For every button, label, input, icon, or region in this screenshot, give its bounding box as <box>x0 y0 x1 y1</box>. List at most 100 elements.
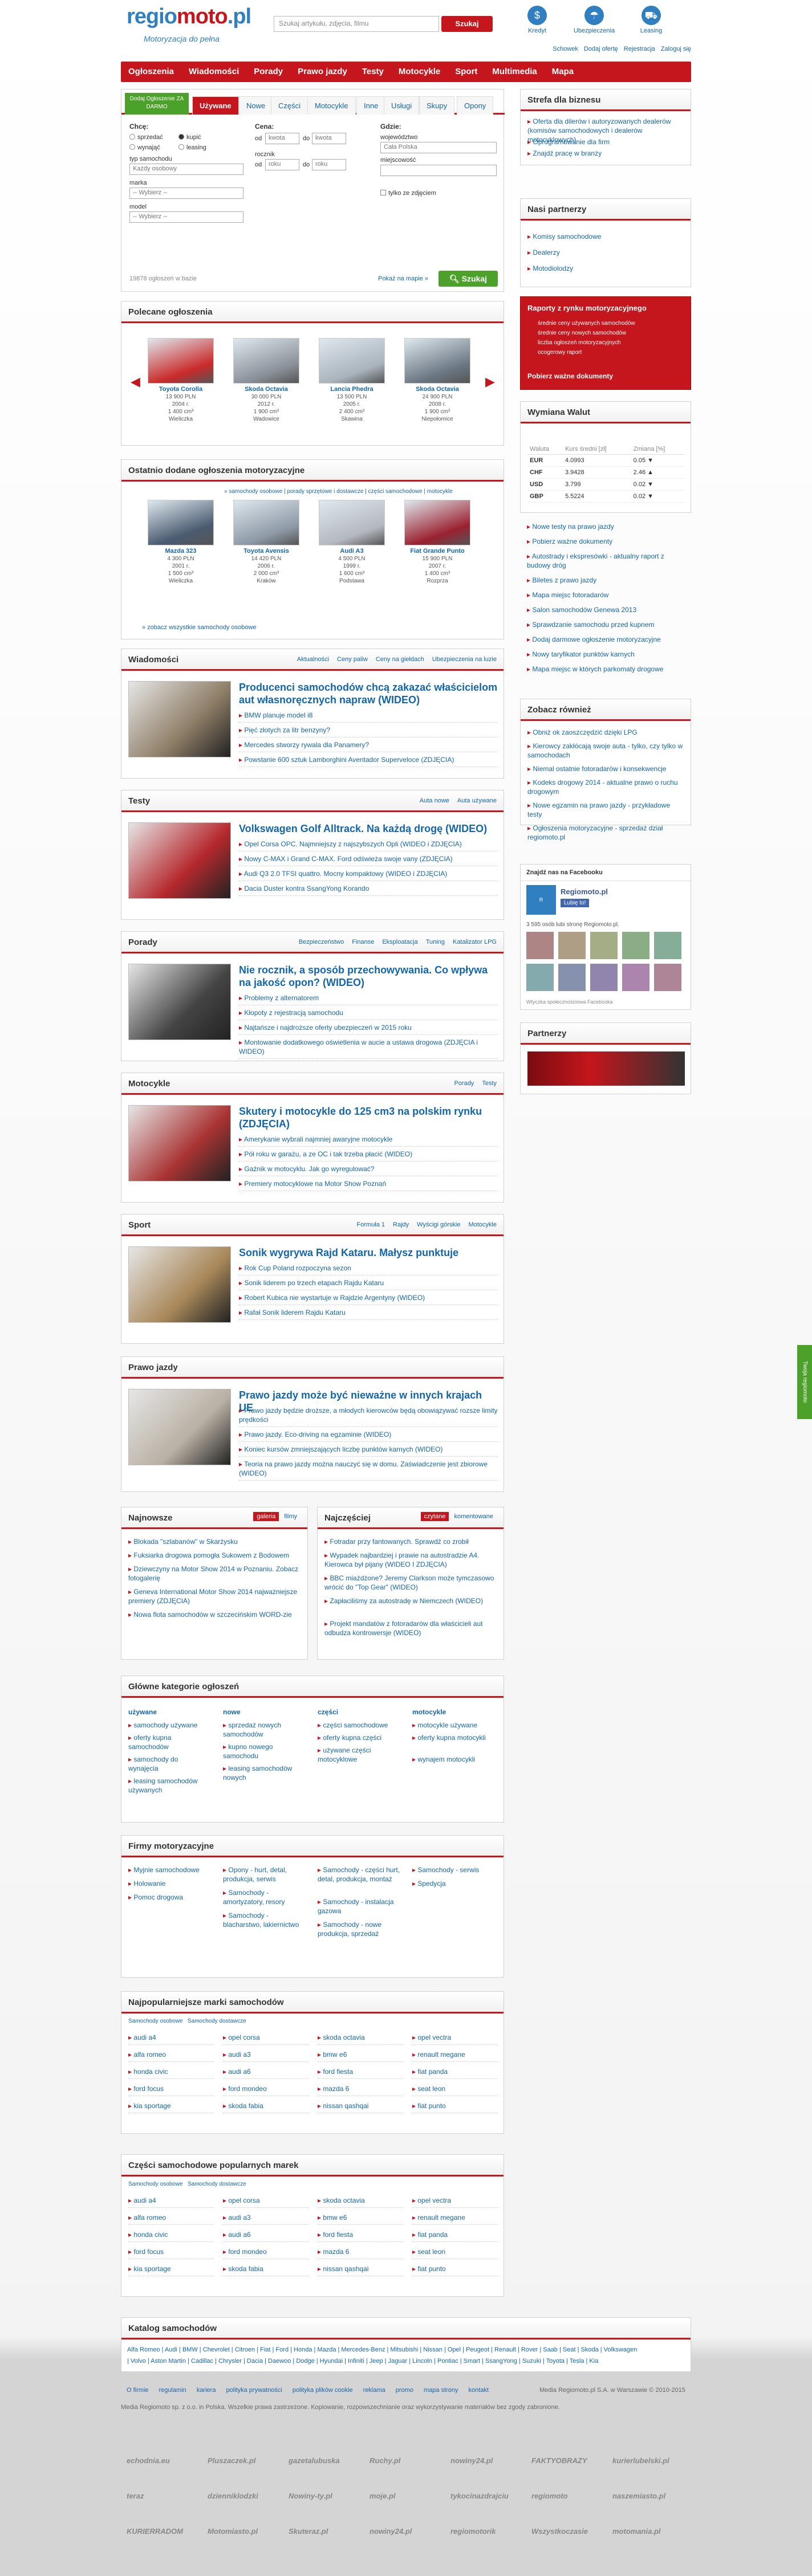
partner-logo[interactable]: tykocinazdrajciu <box>450 2492 509 2500</box>
kategoria-header[interactable]: nowe <box>223 1708 241 1716</box>
wiadomosci-tab[interactable]: Ceny na giełdach <box>376 656 424 663</box>
pobierz-link[interactable]: Pobierz ważne dokumenty <box>527 372 613 380</box>
ost-card[interactable]: Mazda 323 4 300 PLN 2001 r. 1 500 cm³ Wielic… <box>148 500 214 585</box>
firma-link[interactable]: Samochody - części hurt, detal, produkcj… <box>318 1865 403 1884</box>
najczesciej-link[interactable]: Wypadek najbardziej i prawie na autostra… <box>324 1551 496 1569</box>
car-title[interactable]: Mazda 323 <box>148 548 214 555</box>
nav-ogloszenia[interactable]: Ogłoszenia <box>121 62 181 82</box>
fb-face-avatar[interactable] <box>526 964 554 991</box>
testy-lead[interactable]: Volkswagen Golf Alltrack. Na każdą drogę… <box>239 822 498 835</box>
car-photo[interactable] <box>148 338 214 384</box>
dodaj-oferte-link[interactable]: Dodaj ofertę <box>584 46 618 52</box>
marki-link[interactable]: fiat punto <box>412 2101 498 2113</box>
kategoria-link[interactable]: kupno nowego samochodu <box>223 1742 303 1760</box>
marki-link[interactable]: bmw e6 <box>318 2050 403 2062</box>
partner-logo[interactable]: Wszystkoczasie <box>531 2527 588 2536</box>
firma-link[interactable]: Samochody - blacharstwo, lakiernictwo <box>223 1911 308 1929</box>
next-arrow-icon[interactable]: ▶ <box>485 374 495 389</box>
sport-link[interactable]: Robert Kubica nie wystartuje w Rajdzie A… <box>239 1293 498 1305</box>
partner-link-3[interactable]: Motodiolodzy <box>527 264 573 273</box>
tab-osobowe[interactable]: Samochody osobowe <box>128 2018 183 2024</box>
pol-card[interactable]: Toyota Corolla 13 900 PLN 2004 r. 1 400 cm³… <box>148 338 214 423</box>
car-title[interactable]: Skoda Octavia <box>233 386 299 393</box>
login-link[interactable]: Zaloguj się <box>661 46 691 52</box>
marki-link[interactable]: audi a3 <box>223 2050 308 2062</box>
tab-motocykle[interactable]: Motocykle <box>307 96 356 115</box>
porady-link[interactable]: Najtańsze i najdroższe oferty ubezpiecze… <box>239 1023 498 1035</box>
partner-logo[interactable]: nowiny24.pl <box>370 2527 412 2536</box>
porady-image[interactable] <box>128 964 231 1040</box>
partner-logo[interactable]: regiomoto <box>531 2492 568 2500</box>
najnowsze-link[interactable]: Fuksiarka drogowa pomogła Sukowem z Bodo… <box>128 1551 299 1560</box>
rok-od-select[interactable]: roku <box>265 159 299 170</box>
firma-link[interactable]: Samochody - serwis <box>412 1865 498 1874</box>
najnowsze-link[interactable]: Blokada "szlabanów" w Skarżysku <box>128 1537 299 1546</box>
fb-page-name[interactable]: Regiomoto.pl <box>561 887 608 896</box>
porady-tab[interactable]: Eksploatacja <box>382 939 417 945</box>
marki-link[interactable]: fiat panda <box>412 2067 498 2079</box>
czesci-link[interactable]: fiat punto <box>412 2264 498 2276</box>
czesci-link[interactable]: audi a4 <box>128 2196 214 2208</box>
kategoria-header[interactable]: motocykle <box>412 1708 446 1716</box>
wiadomosci-link[interactable]: BMW planuje model i8 <box>239 711 498 723</box>
najczesciej-link[interactable]: Zapłaciliśmy za autostradę w Niemczech (… <box>324 1596 496 1605</box>
wiadomosci-tab[interactable]: Ceny paliw <box>337 656 368 663</box>
fb-face-avatar[interactable] <box>526 932 554 959</box>
firma-link[interactable]: Samochody - nowe produkcja, sprzedaż <box>318 1920 403 1938</box>
partner-link-1[interactable]: Komisy samochodowe <box>527 232 601 241</box>
car-title[interactable]: Fiat Grande Punto <box>404 548 470 555</box>
kategoria-link[interactable]: oferty kupna części <box>318 1733 397 1742</box>
prawo-link[interactable]: Teoria na prawo jazdy można nauczyć się … <box>239 1460 498 1481</box>
motocykle-link[interactable]: Premiery motocyklowe na Motor Show Pozna… <box>239 1179 498 1191</box>
fb-face-avatar[interactable] <box>622 932 649 959</box>
kategoria-link[interactable]: leasing samochodów używanych <box>128 1776 208 1795</box>
marki-link[interactable]: alfa romeo <box>128 2050 214 2062</box>
fb-like-button[interactable]: Lubię to! <box>561 899 590 907</box>
sport-image[interactable] <box>128 1246 231 1323</box>
ost-card[interactable]: Toyota Avensis 14 420 PLN 2006 r. 2 000 cm³… <box>233 500 299 585</box>
czesci-link[interactable]: ford focus <box>128 2247 214 2259</box>
testy-tab[interactable]: Auta używane <box>457 797 497 804</box>
tab-inne[interactable]: Inne <box>356 96 386 115</box>
sport-tab[interactable]: Formuła 1 <box>357 1221 385 1228</box>
fb-face-avatar[interactable] <box>622 964 649 991</box>
czesci-link[interactable]: audi a6 <box>223 2230 308 2242</box>
motocykle-lead[interactable]: Skutery i motocykle do 125 cm3 na polski… <box>239 1105 498 1130</box>
firma-link[interactable]: Opony - hurt, detal, produkcja, serwis <box>223 1865 308 1884</box>
partner-logo[interactable]: Skuteraz.pl <box>289 2527 328 2536</box>
partner-logo[interactable]: gazetalubuska <box>289 2456 340 2465</box>
side-link[interactable]: Pobierz ważne dokumenty <box>527 537 687 546</box>
zobacz-link[interactable]: Obniż ok zaoszczędzić dzięki LPG <box>527 728 685 737</box>
car-title[interactable]: Lancia Phedra <box>319 386 385 393</box>
kategoria-header[interactable]: używane <box>128 1708 157 1716</box>
kategoria-link[interactable]: samochody do wynajęcia <box>128 1755 208 1773</box>
zobacz-link[interactable]: Nowe egzamin na prawo jazdy - przykładow… <box>527 801 685 819</box>
side-link[interactable]: Mapa miejsc w których parkomaty drogowe <box>527 665 687 674</box>
marki-link[interactable]: opel corsa <box>223 2033 308 2045</box>
pol-card[interactable]: Skoda Octavia 24 900 PLN 2008 r. 1 900 cm³ N… <box>404 338 470 423</box>
marki-link[interactable]: skoda fabia <box>223 2101 308 2113</box>
partner-logo[interactable]: motomania.pl <box>612 2527 661 2536</box>
sport-lead[interactable]: Sonik wygrywa Rajd Kataru. Małysz punktu… <box>239 1246 498 1259</box>
nav-prawo-jazdy[interactable]: Prawo jazdy <box>290 62 355 82</box>
tab-komentowane[interactable]: komentowane <box>451 1512 497 1521</box>
ost-card[interactable]: Fiat Grande Punto 15 900 PLN 2007 r. 1 400 … <box>404 500 470 585</box>
kategoria-link[interactable]: części samochodowe <box>318 1721 397 1730</box>
firma-link[interactable]: Pomoc drogowa <box>128 1893 214 1902</box>
czesci-link[interactable]: seat leon <box>412 2247 498 2259</box>
car-photo[interactable] <box>233 500 299 545</box>
porady-link[interactable]: Kłopoty z rejestracją samochodu <box>239 1008 498 1020</box>
firma-link[interactable]: Samochody - instalacja gazowa <box>318 1897 403 1915</box>
side-link[interactable]: Dodaj darmowe ogłoszenie motoryzacyjne <box>527 635 687 644</box>
footer-link[interactable]: polityka plików cookie <box>293 2387 353 2394</box>
fb-face-avatar[interactable] <box>558 964 586 991</box>
motocykle-image[interactable] <box>128 1105 231 1181</box>
car-photo[interactable] <box>233 338 299 384</box>
fb-face-avatar[interactable] <box>558 932 586 959</box>
kategoria-link[interactable]: sprzedaż nowych samochodów <box>223 1721 303 1739</box>
czesci-link[interactable]: fiat panda <box>412 2230 498 2242</box>
tab-galeria[interactable]: galeria <box>253 1512 279 1521</box>
testy-link[interactable]: Dacia Duster kontra SsangYong Korando <box>239 884 498 896</box>
kategoria-link[interactable]: używane części motocyklowe <box>318 1746 397 1764</box>
raport-link[interactable]: średnie ceny nowych samochodów <box>538 328 635 338</box>
